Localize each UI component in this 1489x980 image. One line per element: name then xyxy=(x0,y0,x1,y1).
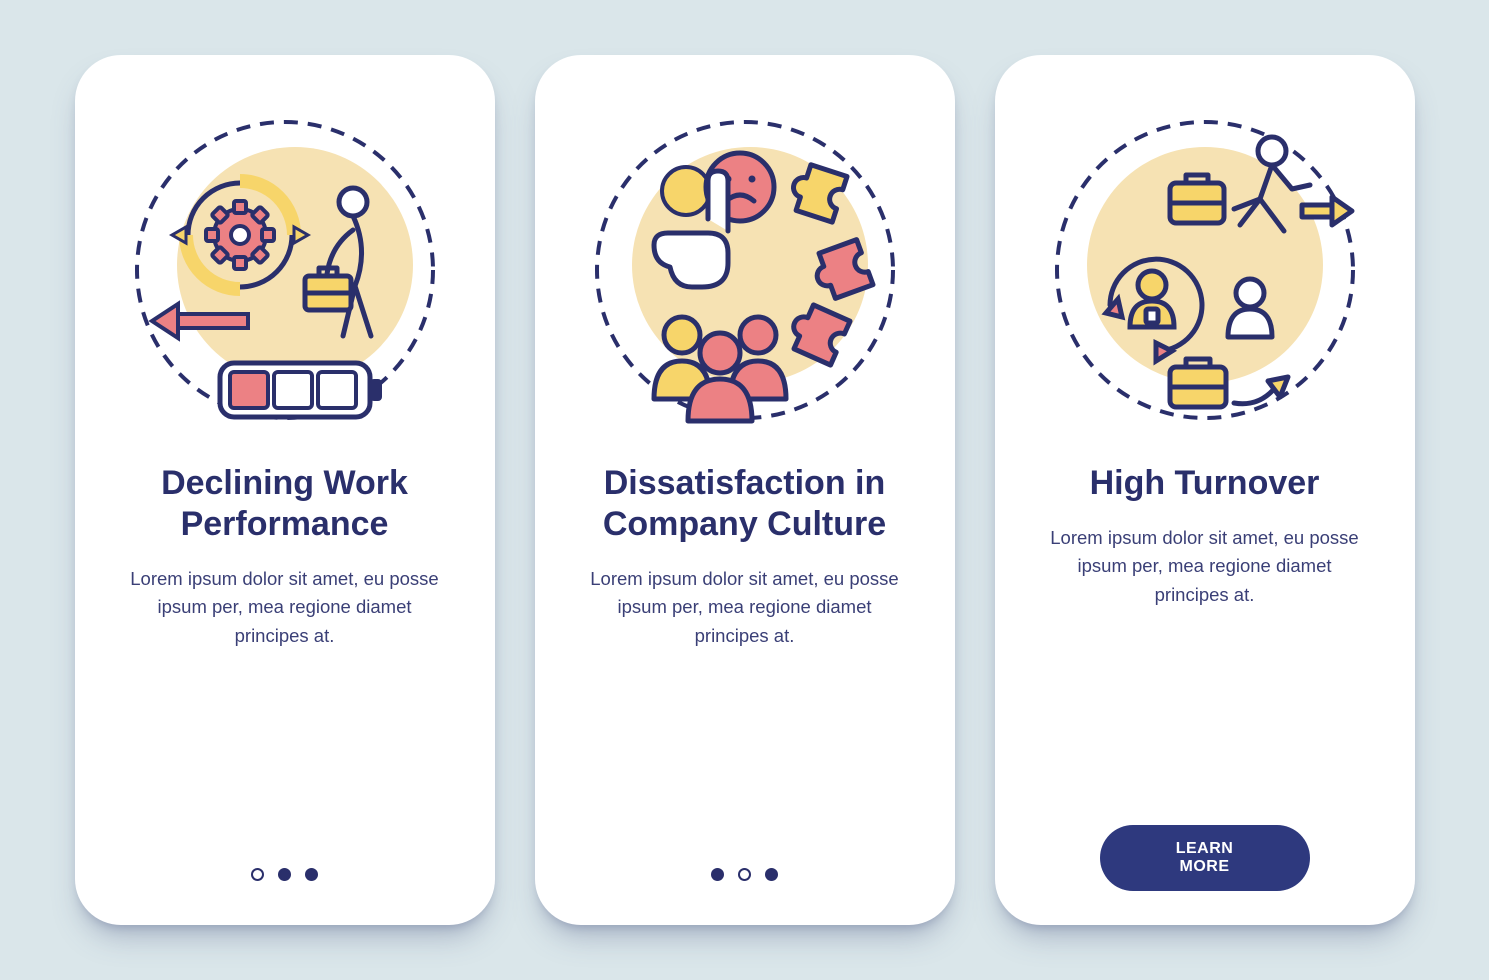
dissatisfaction-culture-icon xyxy=(590,115,900,425)
pager-dots xyxy=(535,868,955,881)
card-title: Dissatisfaction in Company Culture xyxy=(571,463,919,545)
card-body: Lorem ipsum dolor sit amet, eu posse ips… xyxy=(125,565,445,651)
card-body: Lorem ipsum dolor sit amet, eu posse ips… xyxy=(585,565,905,651)
declining-performance-icon xyxy=(130,115,440,425)
onboarding-card-3: High Turnover Lorem ipsum dolor sit amet… xyxy=(995,55,1415,925)
onboarding-card-1: Declining Work Performance Lorem ipsum d… xyxy=(75,55,495,925)
pager-dot-3[interactable] xyxy=(765,868,778,881)
pager-dot-1[interactable] xyxy=(711,868,724,881)
card-body: Lorem ipsum dolor sit amet, eu posse ips… xyxy=(1045,524,1365,610)
pager-dot-1[interactable] xyxy=(251,868,264,881)
learn-more-button[interactable]: LEARN MORE xyxy=(1100,825,1310,891)
card-title: High Turnover xyxy=(1090,463,1320,504)
pager-dot-2[interactable] xyxy=(738,868,751,881)
pager-dot-2[interactable] xyxy=(278,868,291,881)
card-title: Declining Work Performance xyxy=(111,463,459,545)
pager-dot-3[interactable] xyxy=(305,868,318,881)
pager-dots xyxy=(75,868,495,881)
high-turnover-icon xyxy=(1050,115,1360,425)
onboarding-card-2: Dissatisfaction in Company Culture Lorem… xyxy=(535,55,955,925)
